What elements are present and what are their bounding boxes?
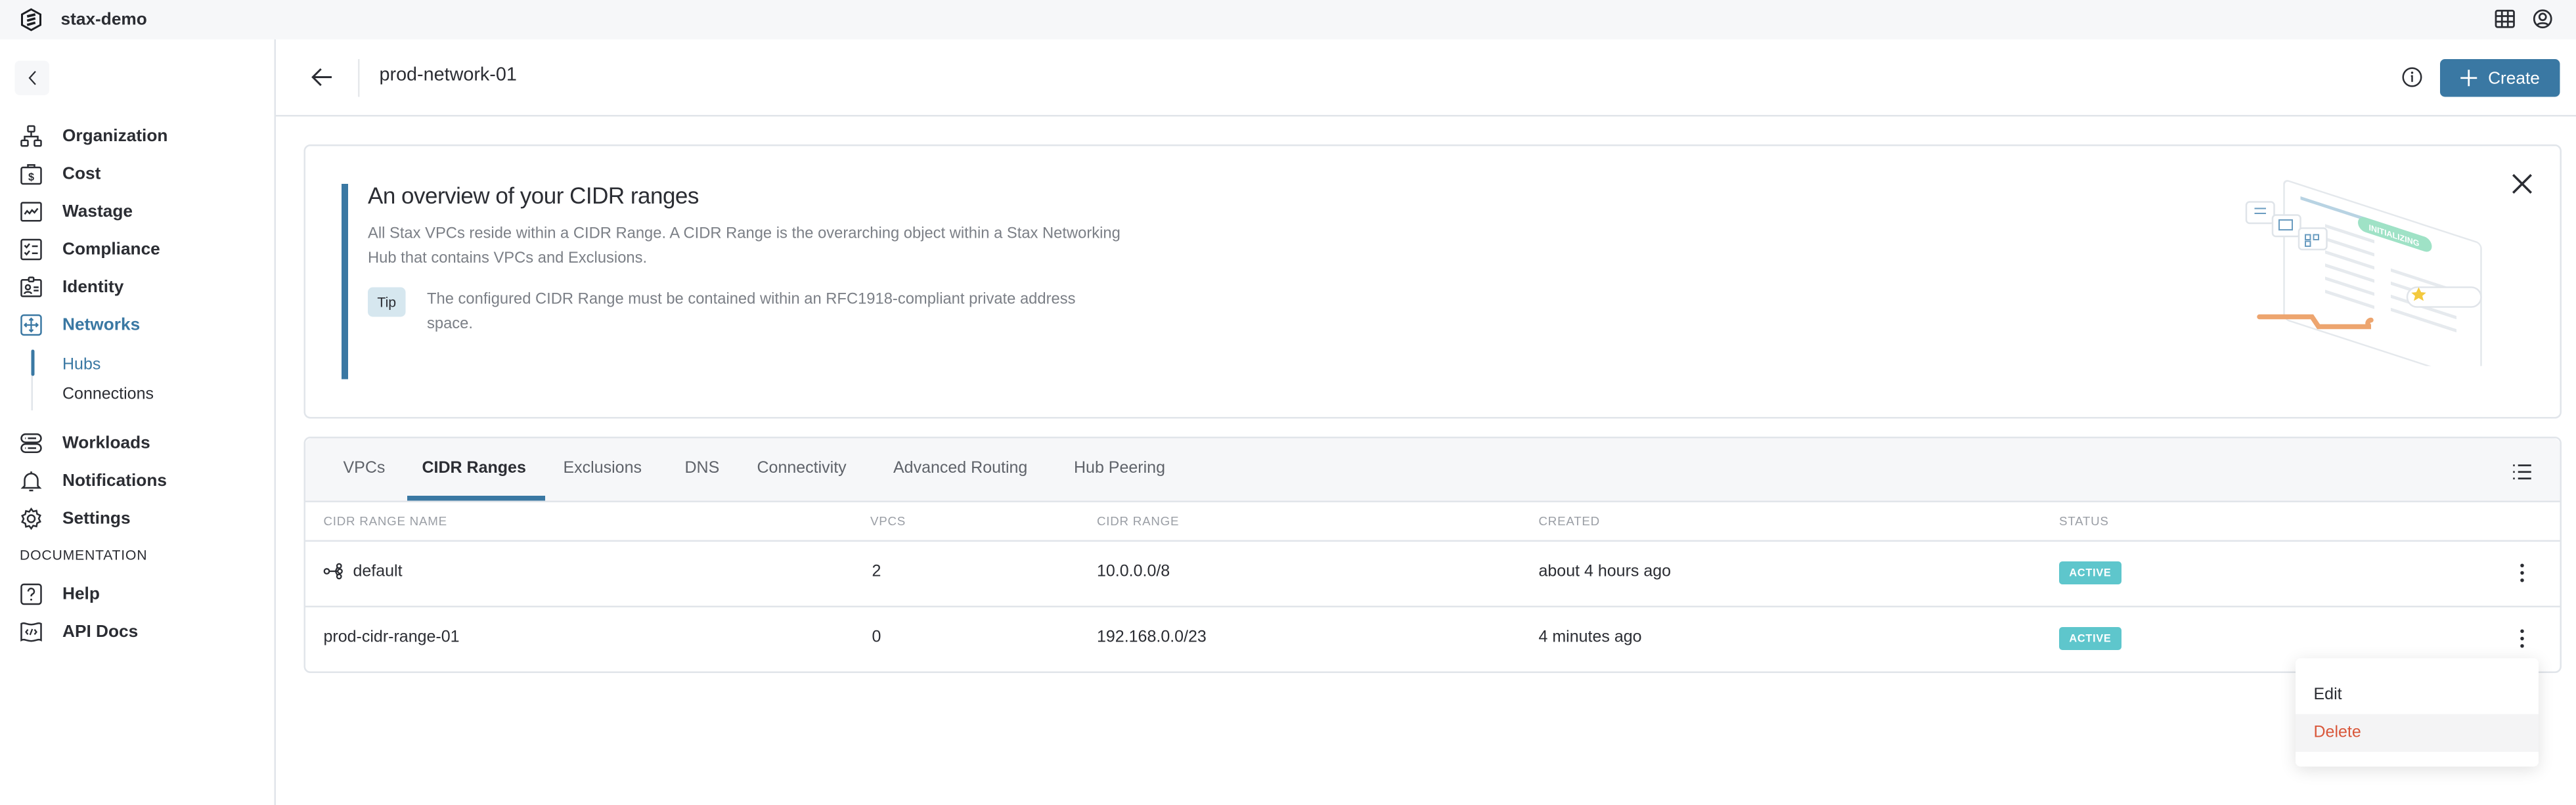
collapse-sidebar-button[interactable] <box>14 60 49 95</box>
status-badge: ACTIVE <box>2059 627 2121 650</box>
sidebar-item-label: Organization <box>62 126 168 146</box>
tab-bar: VPCs CIDR Ranges Exclusions DNS Connecti… <box>305 438 2560 502</box>
tab-connectivity[interactable]: Connectivity <box>757 460 847 478</box>
network-arrows-icon <box>20 314 43 337</box>
vpc-count: 0 <box>872 628 881 647</box>
documentation-heading: DOCUMENTATION <box>20 546 148 563</box>
tab-vpcs[interactable]: VPCs <box>344 460 386 478</box>
row-divider <box>305 605 2560 607</box>
plus-icon <box>2460 70 2477 87</box>
sidebar-item-organization[interactable]: Organization <box>20 121 167 151</box>
close-banner-icon[interactable] <box>2511 173 2534 196</box>
sidebar-item-label: Help <box>62 584 100 604</box>
sidebar-item-label: Networks <box>62 315 141 335</box>
cidr-overview-banner: An overview of your CIDR ranges All Stax… <box>303 144 2562 419</box>
sidebar-item-label: API Docs <box>62 622 139 642</box>
menu-item-edit[interactable]: Edit <box>2296 676 2539 714</box>
tab-advanced-routing[interactable]: Advanced Routing <box>893 460 1027 478</box>
svg-text:$: $ <box>28 171 34 183</box>
row-divider <box>305 540 2560 542</box>
sidebar-item-label: Wastage <box>62 202 133 222</box>
tab-dns[interactable]: DNS <box>685 460 720 478</box>
row-actions-kebab-icon[interactable] <box>2516 627 2529 650</box>
row-actions-menu: Edit Delete <box>2296 658 2539 767</box>
cidr-name[interactable]: prod-cidr-range-01 <box>324 629 460 647</box>
bell-icon <box>20 469 43 492</box>
sidebar-item-settings[interactable]: Settings <box>20 504 131 534</box>
list-view-icon[interactable] <box>2512 460 2532 480</box>
cidr-name[interactable]: default <box>353 563 403 582</box>
apps-grid-icon[interactable] <box>2495 9 2516 30</box>
code-flag-icon <box>20 620 43 643</box>
column-header-created[interactable]: CREATED <box>1539 514 1600 529</box>
sidebar-item-networks[interactable]: Networks <box>20 311 140 340</box>
sidebar-item-notifications[interactable]: Notifications <box>20 466 167 496</box>
sidebar-item-wastage[interactable]: Wastage <box>20 197 133 227</box>
back-arrow-icon[interactable] <box>309 64 335 91</box>
sidebar-item-label: Identity <box>62 277 124 297</box>
line-graph-icon <box>20 200 43 223</box>
created-time: 4 minutes ago <box>1538 628 1642 647</box>
banner-title: An overview of your CIDR ranges <box>368 182 699 209</box>
sidebar-item-help[interactable]: Help <box>20 580 100 609</box>
sidebar-item-identity[interactable]: Identity <box>20 272 123 302</box>
cidr-value: 192.168.0.0/23 <box>1097 628 1207 647</box>
page-header: prod-network-01 Create <box>276 39 2576 117</box>
chevron-left-icon <box>28 71 35 85</box>
banner-accent-bar <box>342 184 348 380</box>
id-badge-icon <box>20 276 43 299</box>
network-illustration: INITIALIZING <box>2245 180 2482 366</box>
stax-logo-icon[interactable] <box>20 8 43 32</box>
org-name[interactable]: stax-demo <box>61 10 147 30</box>
column-header-name[interactable]: CIDR RANGE NAME <box>324 514 447 529</box>
tip-text: The configured CIDR Range must be contai… <box>427 290 1076 334</box>
vpc-count: 2 <box>872 563 881 582</box>
sidebar-item-label: Workloads <box>62 433 150 453</box>
tab-cidr-ranges[interactable]: CIDR Ranges <box>422 460 526 478</box>
menu-item-delete[interactable]: Delete <box>2296 714 2539 752</box>
sidebar-item-label: Settings <box>62 509 131 529</box>
servers-icon <box>20 432 43 455</box>
default-share-icon <box>323 563 343 580</box>
subnav-active-indicator <box>30 349 34 376</box>
sidebar-item-label: Notifications <box>62 471 167 491</box>
active-tab-indicator <box>407 496 545 501</box>
page-title: prod-network-01 <box>379 66 517 85</box>
header-divider <box>358 59 360 97</box>
cidr-value: 10.0.0.0/8 <box>1097 563 1170 582</box>
tab-exclusions[interactable]: Exclusions <box>564 460 642 478</box>
column-header-status[interactable]: STATUS <box>2059 514 2109 529</box>
cidr-ranges-panel: VPCs CIDR Ranges Exclusions DNS Connecti… <box>303 437 2562 673</box>
sidebar-item-compliance[interactable]: Compliance <box>20 235 160 265</box>
sidebar-subitem-connections[interactable]: Connections <box>62 386 154 404</box>
sidebar-item-cost[interactable]: $ Cost <box>20 160 100 189</box>
gear-icon <box>20 507 43 531</box>
banner-description: All Stax VPCs reside within a CIDR Range… <box>368 225 1121 268</box>
column-header-vpcs[interactable]: VPCS <box>870 514 906 529</box>
row-actions-kebab-icon[interactable] <box>2516 561 2529 584</box>
created-time: about 4 hours ago <box>1538 563 1672 582</box>
sidebar: Organization $ Cost Wastage Compliance I… <box>0 39 276 805</box>
sidebar-item-workloads[interactable]: Workloads <box>20 429 150 458</box>
sidebar-subitem-hubs[interactable]: Hubs <box>62 357 100 375</box>
tip-badge: Tip <box>368 287 406 317</box>
sidebar-item-label: Cost <box>62 164 101 184</box>
top-bar: stax-demo <box>0 0 2576 39</box>
dollar-bag-icon: $ <box>20 163 43 186</box>
info-icon[interactable] <box>2401 66 2424 89</box>
status-badge: ACTIVE <box>2059 561 2121 584</box>
tab-hub-peering[interactable]: Hub Peering <box>1074 460 1165 478</box>
sidebar-item-label: Compliance <box>62 240 160 259</box>
user-account-icon[interactable] <box>2532 9 2554 30</box>
org-chart-icon <box>20 125 43 148</box>
question-icon <box>20 583 43 606</box>
create-button[interactable]: Create <box>2440 59 2560 97</box>
checklist-icon <box>20 238 43 261</box>
create-button-label: Create <box>2488 68 2540 88</box>
sidebar-item-api-docs[interactable]: API Docs <box>20 617 138 647</box>
column-header-cidr-range[interactable]: CIDR RANGE <box>1097 514 1179 529</box>
